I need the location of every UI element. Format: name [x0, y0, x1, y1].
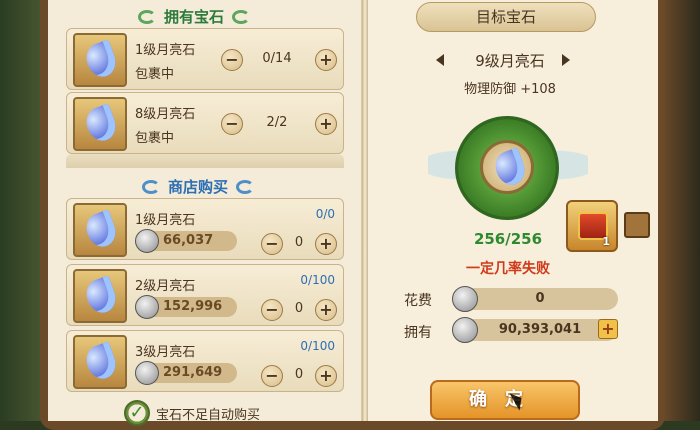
moonstone-icon	[82, 209, 120, 251]
decrease-button[interactable]: −	[221, 113, 243, 135]
item-location: 包裹中	[135, 131, 175, 146]
item-price: 291,649	[163, 365, 223, 380]
auto-buy-label: 宝石不足自动购买	[156, 407, 261, 423]
item-name: 8级月亮石	[135, 107, 196, 122]
item-name: 3级月亮石	[135, 345, 196, 360]
confirm-button[interactable]: 确定	[430, 380, 580, 420]
moonstone-icon	[82, 275, 120, 317]
reward-count: 1	[602, 235, 610, 248]
add-money-button[interactable]: +	[598, 319, 618, 339]
owned-section-title: 拥有宝石	[138, 6, 251, 27]
shop-item-row: 2级月亮石 0/100 152,996 − 0 +	[66, 264, 344, 326]
auto-buy-option[interactable]: ✓ 宝石不足自动购买	[124, 400, 260, 426]
next-target-arrow[interactable]	[562, 54, 570, 66]
cost-label: 花费	[404, 293, 432, 309]
target-gem-banner: 目标宝石	[416, 2, 596, 32]
owned-section-label: 拥有宝石	[164, 8, 225, 26]
book-spine	[362, 0, 368, 421]
swirl-right-icon	[232, 9, 251, 24]
decrease-button[interactable]: −	[221, 49, 243, 71]
swirl-left-icon	[142, 179, 160, 194]
owned-item-row: 8级月亮石 包裹中 − 2/2 +	[66, 92, 344, 154]
gem-slot[interactable]	[73, 335, 127, 389]
owned-money-label: 拥有	[404, 325, 432, 341]
silver-coin-icon	[135, 229, 159, 253]
moonstone-icon	[82, 341, 120, 383]
target-gem-stat: 物理防御 +108	[464, 82, 556, 97]
shop-section-title: 商店购买	[142, 176, 255, 197]
shop-item-row: 1级月亮石 0/0 66,037 − 0 +	[66, 198, 344, 260]
purchase-quota: 0/100	[300, 339, 335, 353]
gem-slot[interactable]	[73, 33, 127, 87]
buy-qty: 0	[294, 301, 304, 316]
item-name: 2级月亮石	[135, 279, 196, 294]
moonstone-icon	[82, 39, 120, 81]
item-price: 152,996	[163, 299, 223, 314]
background-right	[662, 0, 700, 421]
moonstone-icon	[82, 103, 120, 145]
increase-button[interactable]: +	[315, 49, 337, 71]
item-qty: 0/14	[262, 51, 292, 66]
buy-qty: 0	[294, 367, 304, 382]
empty-item-slot[interactable]	[624, 212, 650, 238]
scroll-partial-row	[66, 154, 344, 168]
shop-item-row: 3级月亮石 0/100 291,649 − 0 +	[66, 330, 344, 392]
item-location: 包裹中	[135, 67, 175, 82]
gem-slot[interactable]	[73, 269, 127, 323]
cost-value: 0	[535, 291, 545, 306]
increase-button[interactable]: +	[315, 365, 337, 387]
reward-chest-slot[interactable]: 1	[566, 200, 618, 252]
silver-coin-icon	[135, 361, 159, 385]
item-qty: 2/2	[266, 115, 288, 130]
gem-slot[interactable]	[73, 97, 127, 151]
synthesis-progress: 256/256	[473, 230, 543, 248]
price-pill: 291,649	[135, 361, 237, 385]
failure-warning: 一定几率失败	[466, 261, 550, 277]
price-pill: 66,037	[135, 229, 237, 253]
owned-money-value: 90,393,041	[498, 322, 582, 337]
increase-button[interactable]: +	[315, 113, 337, 135]
auto-buy-checkbox[interactable]: ✓	[124, 400, 150, 426]
item-name: 1级月亮石	[135, 43, 196, 58]
buy-qty: 0	[294, 235, 304, 250]
price-pill: 152,996	[135, 295, 237, 319]
moonstone-icon	[491, 147, 529, 189]
purchase-quota: 0/100	[300, 273, 335, 287]
purchase-quota: 0/0	[315, 207, 335, 221]
target-gem-name: 9级月亮石	[475, 52, 545, 70]
increase-button[interactable]: +	[315, 233, 337, 255]
item-price: 66,037	[163, 233, 214, 248]
swirl-right-icon	[236, 179, 255, 194]
swirl-left-icon	[138, 9, 156, 24]
owned-item-row: 1级月亮石 包裹中 − 0/14 +	[66, 28, 344, 90]
increase-button[interactable]: +	[315, 299, 337, 321]
silver-coin-icon	[135, 295, 159, 319]
shop-section-label: 商店购买	[168, 178, 229, 196]
gem-slot[interactable]	[73, 203, 127, 257]
item-name: 1级月亮石	[135, 213, 196, 228]
target-gem-slot	[480, 140, 534, 194]
